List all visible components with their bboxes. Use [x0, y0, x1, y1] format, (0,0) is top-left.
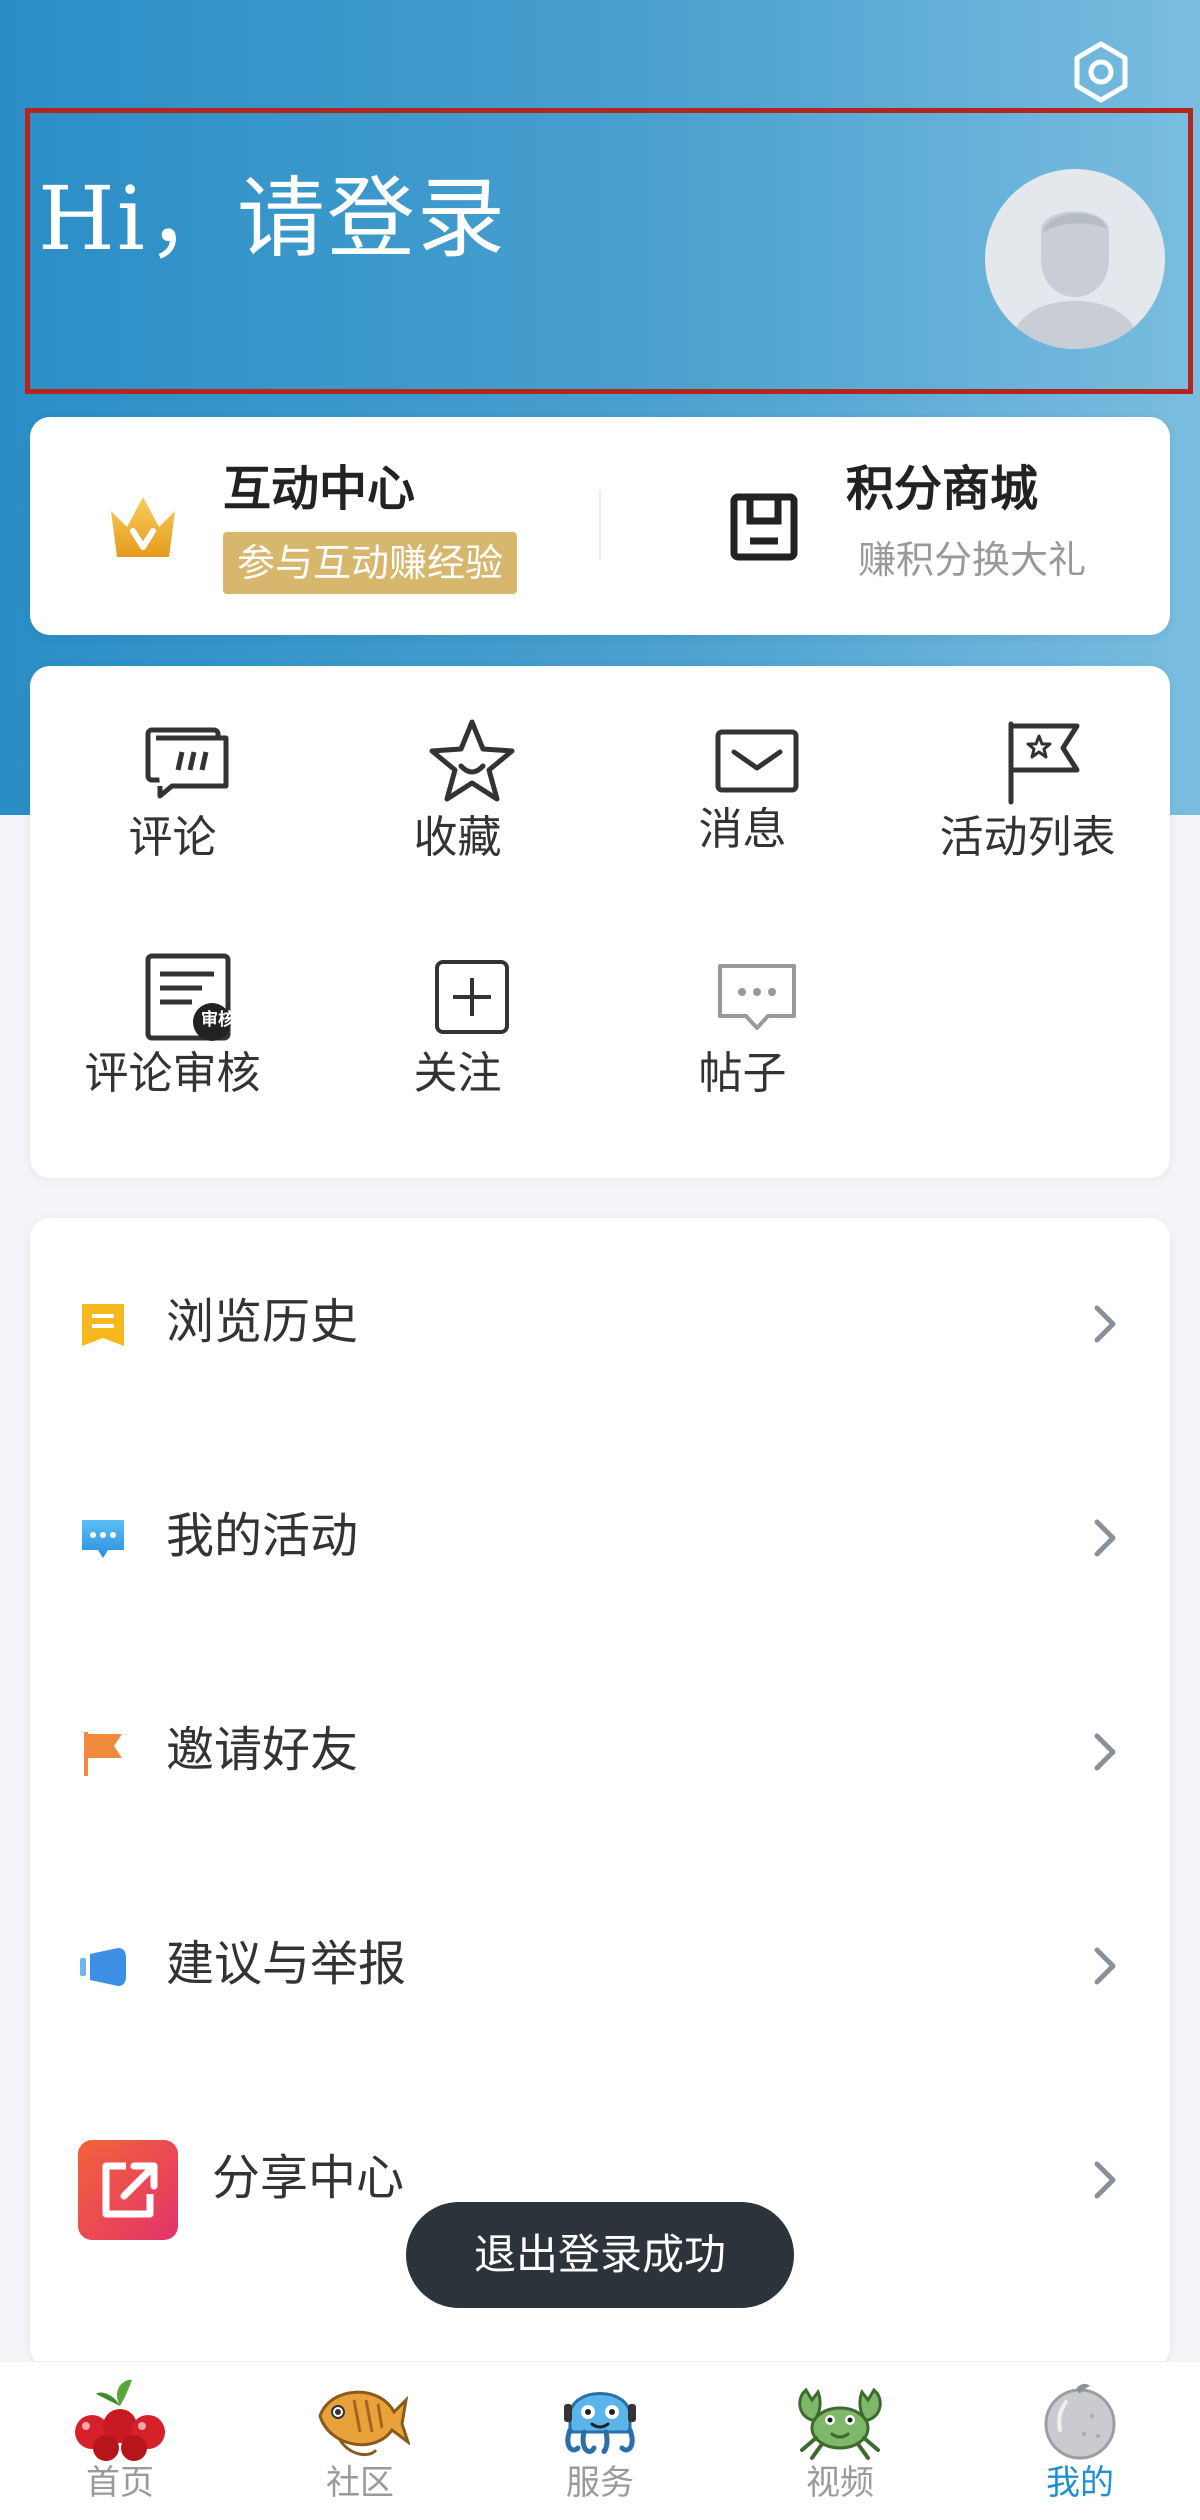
interaction-center-entry[interactable]: 互动中心 参与互动赚经验 [30, 417, 590, 635]
points-mall-icon [728, 491, 800, 563]
tab-label-mine: 我的 [1046, 2463, 1114, 2503]
settings-button[interactable] [1065, 38, 1137, 110]
grid-item-activity-list[interactable]: 活动列表 [885, 666, 1170, 886]
cherries-icon [70, 2376, 170, 2462]
list-label-share-center: 分享中心 [212, 2150, 405, 2206]
grid-item-messages[interactable]: 消息 [600, 666, 885, 886]
list-label-browse-history: 浏览历史 [166, 1294, 359, 1350]
grid-label-comment: 评论 [128, 812, 217, 863]
default-avatar-icon [985, 169, 1165, 349]
list-item-invite-friends[interactable]: 邀请好友 [30, 1646, 1170, 1860]
settings-icon [1069, 40, 1133, 108]
grid-label-activity-list: 活动列表 [939, 812, 1116, 863]
invite-flag-icon [78, 1728, 128, 1778]
list-label-invite-friends: 邀请好友 [166, 1722, 359, 1778]
logout-success-toast: 退出登录成功 [406, 2202, 794, 2308]
grid-label-posts: 帖子 [698, 1048, 787, 1099]
activity-icon [78, 1514, 128, 1564]
tab-community[interactable]: 社区 [240, 2362, 480, 2520]
chevron-right-icon [1085, 1944, 1125, 1988]
login-greeting[interactable]: Hi，请登录 [38, 175, 507, 263]
list-item-browse-history[interactable]: 浏览历史 [30, 1218, 1170, 1432]
share-icon [78, 2140, 178, 2240]
comment-icon [142, 716, 232, 806]
tab-label-community: 社区 [326, 2463, 394, 2503]
tab-label-home: 首页 [86, 2463, 154, 2503]
grid-label-follow: 关注 [413, 1048, 502, 1099]
grid-item-comment[interactable]: 评论 [30, 666, 315, 886]
star-icon [427, 716, 517, 806]
list-label-feedback-report: 建议与举报 [166, 1936, 407, 1992]
function-grid-card: 评论 收藏 消息 活动列表 审核 评论审核 关注 帖子 [30, 666, 1170, 1178]
points-mall-title: 积分商城 [846, 461, 1039, 517]
chevron-right-icon [1085, 1302, 1125, 1346]
chevron-right-icon [1085, 1730, 1125, 1774]
points-mall-subtitle: 赚积分换大礼 [858, 538, 1087, 582]
promo-card: 互动中心 参与互动赚经验 积分商城 赚积分换大礼 [30, 417, 1170, 635]
flag-icon [997, 716, 1087, 806]
grid-item-favorites[interactable]: 收藏 [315, 666, 600, 886]
interaction-center-title: 互动中心 [223, 461, 416, 517]
crab-icon [790, 2376, 890, 2462]
tab-video[interactable]: 视频 [720, 2362, 960, 2520]
grid-item-follow[interactable]: 关注 [315, 902, 600, 1122]
tab-label-video: 视频 [806, 2463, 874, 2503]
tab-home[interactable]: 首页 [0, 2362, 240, 2520]
tab-services[interactable]: 服务 [480, 2362, 720, 2520]
login-area[interactable]: Hi，请登录 [25, 108, 1193, 394]
crown-icon [103, 487, 183, 567]
tab-mine[interactable]: 我的 [960, 2362, 1200, 2520]
list-item-feedback-report[interactable]: 建议与举报 [30, 1860, 1170, 2074]
promo-divider [599, 490, 601, 560]
review-badge: 审核 [201, 1010, 235, 1030]
interaction-center-badge: 参与互动赚经验 [223, 532, 518, 594]
grid-item-comment-review[interactable]: 审核 评论审核 [30, 902, 315, 1122]
grid-label-comment-review: 评论审核 [84, 1048, 261, 1099]
report-icon [78, 1942, 128, 1992]
tab-label-services: 服务 [566, 2463, 634, 2503]
octopus-icon [550, 2376, 650, 2462]
fish-icon [310, 2376, 410, 2462]
bottom-tab-bar: 首页 社区 服务 视频 我的 [0, 2361, 1200, 2520]
gray-fruit-icon [1030, 2376, 1130, 2462]
avatar[interactable] [985, 169, 1165, 349]
grid-label-favorites: 收藏 [413, 812, 502, 863]
history-icon [78, 1300, 128, 1350]
list-label-my-activities: 我的活动 [166, 1508, 359, 1564]
chevron-right-icon [1085, 1516, 1125, 1560]
chevron-right-icon [1085, 2158, 1125, 2202]
menu-list-card: 浏览历史 我的活动 邀请好友 建议与举报 分享中心 [30, 1218, 1170, 2368]
grid-item-posts[interactable]: 帖子 [600, 902, 885, 1122]
chat-bubble-icon [712, 952, 802, 1042]
grid-label-messages: 消息 [698, 804, 787, 855]
mail-icon [712, 716, 802, 806]
points-mall-entry[interactable]: 积分商城 赚积分换大礼 [610, 417, 1170, 635]
list-item-my-activities[interactable]: 我的活动 [30, 1432, 1170, 1646]
plus-square-icon [427, 952, 517, 1042]
